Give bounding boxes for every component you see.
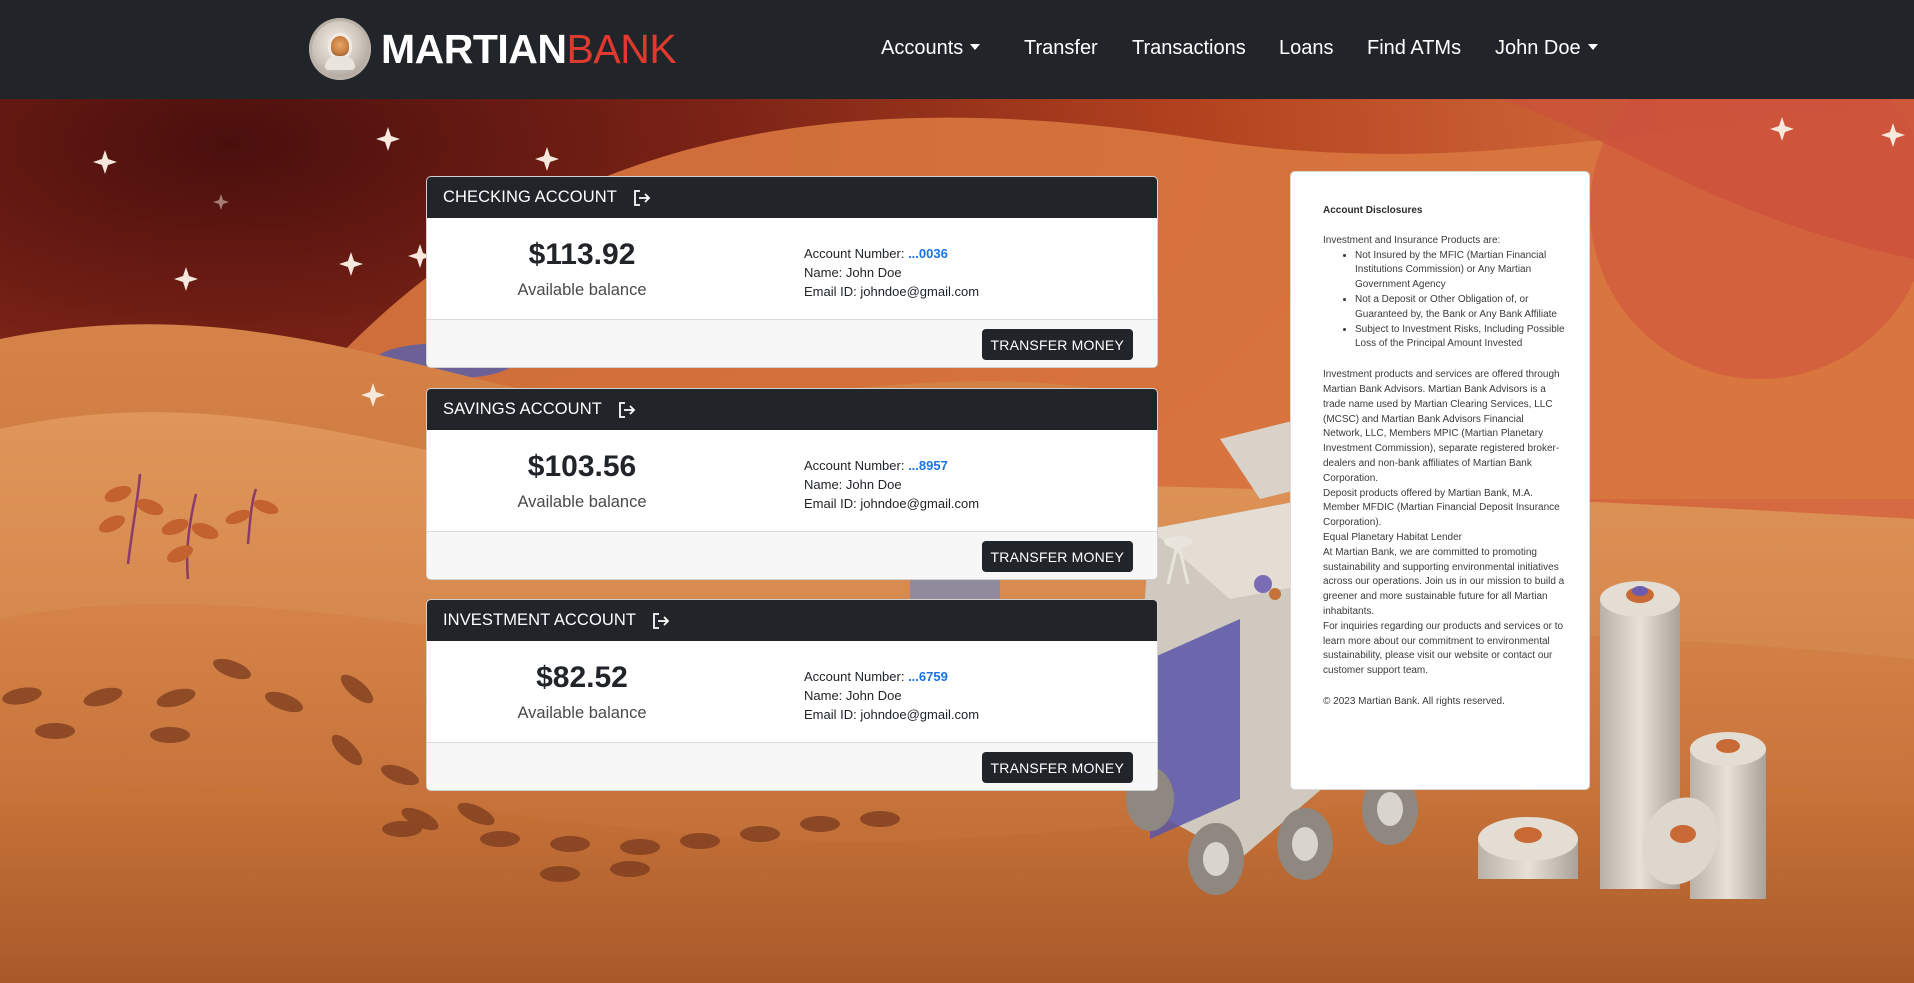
card-header: SAVINGS ACCOUNT: [427, 389, 1157, 430]
nav-transactions[interactable]: Transactions: [1132, 37, 1246, 60]
card-footer: TRANSFER MONEY: [427, 743, 1157, 790]
disclosure-bullet: Subject to Investment Risks, Including P…: [1355, 323, 1565, 353]
disclosure-bullet: Not a Deposit or Other Obligation of, or…: [1355, 293, 1565, 323]
account-number-label: Account Number:: [804, 669, 905, 684]
card-footer: TRANSFER MONEY: [427, 320, 1157, 367]
nav-user-dropdown[interactable]: John Doe: [1495, 37, 1598, 60]
nav-menu: Accounts Transfer Transactions Loans Fin…: [0, 0, 1914, 99]
open-account-icon[interactable]: [618, 401, 636, 418]
account-disclosures-panel: Account Disclosures Investment and Insur…: [1290, 171, 1590, 790]
account-title: INVESTMENT ACCOUNT: [443, 611, 637, 629]
account-number: ...0036: [908, 246, 948, 261]
account-info: Account Number: ...6759 Name: John Doe E…: [804, 667, 979, 724]
disclosure-paragraph: For inquiries regarding our products and…: [1323, 620, 1564, 677]
caret-down-icon: [970, 44, 981, 50]
disclosure-paragraph: Deposit products offered by Martian Bank…: [1323, 487, 1560, 529]
account-email: Email ID: johndoe@gmail.com: [804, 707, 980, 722]
disclosure-bullet: Not Insured by the MFIC (Martian Financi…: [1355, 249, 1565, 293]
caret-down-icon: [1587, 44, 1598, 50]
account-email: Email ID: johndoe@gmail.com: [804, 496, 980, 511]
account-info: Account Number: ...0036 Name: John Doe E…: [804, 244, 979, 301]
card-header: INVESTMENT ACCOUNT: [427, 600, 1157, 641]
account-number: ...8957: [908, 458, 948, 473]
account-info: Account Number: ...8957 Name: John Doe E…: [804, 456, 979, 513]
disclosure-paragraph: At Martian Bank, we are committed to pro…: [1323, 546, 1565, 617]
account-holder-name: Name: John Doe: [804, 688, 902, 703]
account-balance: $82.52: [536, 661, 628, 694]
transfer-money-button[interactable]: TRANSFER MONEY: [981, 329, 1133, 360]
account-title: SAVINGS ACCOUNT: [443, 400, 602, 418]
savings-account-card: SAVINGS ACCOUNT $103.56 Available balanc…: [426, 388, 1158, 580]
account-holder-name: Name: John Doe: [804, 265, 902, 280]
account-email: Email ID: johndoe@gmail.com: [804, 284, 980, 299]
investment-account-card: INVESTMENT ACCOUNT $82.52 Available bala…: [426, 599, 1158, 791]
nav-accounts-dropdown[interactable]: Accounts: [881, 37, 981, 60]
account-title: CHECKING ACCOUNT: [443, 188, 617, 206]
nav-find-atms[interactable]: Find ATMs: [1367, 37, 1461, 60]
disclosures-heading: Account Disclosures: [1323, 205, 1423, 216]
account-balance: $103.56: [527, 450, 637, 483]
account-number-label: Account Number:: [804, 458, 905, 473]
disclosures-intro: Investment and Insurance Products are:: [1323, 234, 1501, 246]
disclosure-paragraph: Equal Planetary Habitat Lender: [1323, 531, 1462, 543]
open-account-icon[interactable]: [633, 189, 651, 206]
card-body: $82.52 Available balance Account Number:…: [427, 641, 1157, 743]
nav-accounts-label: Accounts: [881, 37, 964, 59]
transfer-money-button[interactable]: TRANSFER MONEY: [981, 541, 1133, 572]
open-account-icon[interactable]: [652, 612, 670, 629]
disclosure-paragraph: Investment products and services are off…: [1323, 369, 1560, 484]
account-balance: $113.92: [528, 238, 636, 271]
card-body: $103.56 Available balance Account Number…: [427, 430, 1157, 532]
card-header: CHECKING ACCOUNT: [427, 177, 1157, 218]
checking-account-card: CHECKING ACCOUNT $113.92 Available balan…: [426, 176, 1158, 368]
copyright-text: © 2023 Martian Bank. All rights reserved…: [1323, 695, 1505, 707]
transfer-money-button[interactable]: TRANSFER MONEY: [981, 752, 1133, 783]
card-footer: TRANSFER MONEY: [427, 532, 1157, 579]
nav-loans[interactable]: Loans: [1279, 37, 1334, 60]
account-holder-name: Name: John Doe: [804, 477, 902, 492]
top-navbar: MARTIANBANK Accounts Transfer Transactio…: [0, 0, 1914, 99]
card-body: $113.92 Available balance Account Number…: [427, 218, 1157, 320]
disclosures-list: Not Insured by the MFIC (Martian Financi…: [1323, 249, 1565, 353]
account-number: ...6759: [908, 669, 948, 684]
balance-label: Available balance: [517, 493, 647, 511]
nav-transfer[interactable]: Transfer: [1024, 37, 1098, 60]
balance-label: Available balance: [517, 281, 647, 299]
balance-label: Available balance: [517, 704, 647, 722]
account-number-label: Account Number:: [804, 246, 905, 261]
nav-user-label: John Doe: [1495, 37, 1581, 59]
